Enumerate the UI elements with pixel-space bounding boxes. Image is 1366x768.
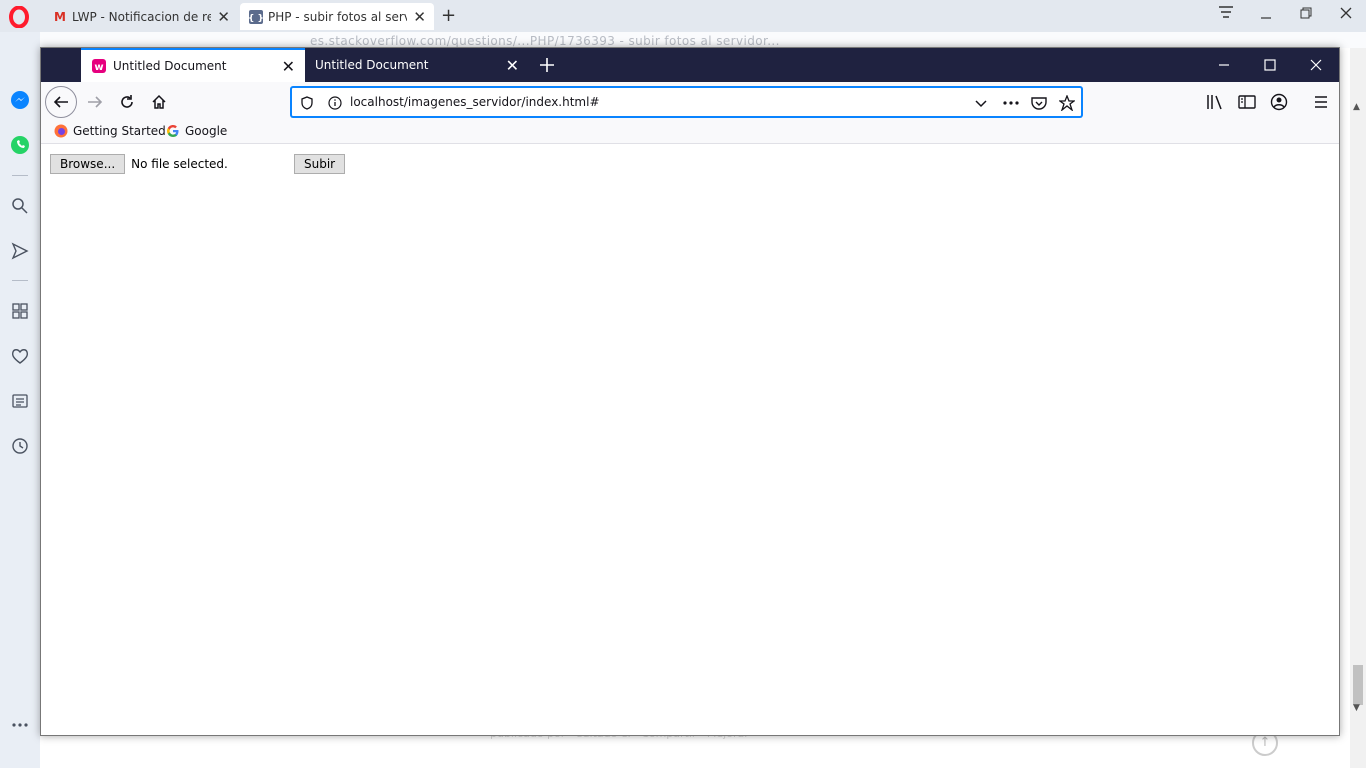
speed-dial-icon[interactable] [9, 300, 31, 322]
opera-restore-button[interactable] [1291, 5, 1321, 23]
opera-logo-icon[interactable] [8, 5, 30, 29]
whatsapp-icon[interactable] [9, 134, 31, 156]
sidebar-divider [12, 175, 28, 176]
opera-address-text: es.stackoverflow.com/questions/...PHP/17… [310, 34, 780, 48]
close-tab-icon[interactable]: ✕ [506, 56, 519, 75]
opera-sidebar [0, 32, 40, 768]
hamburger-menu-icon[interactable] [1311, 92, 1331, 112]
file-input[interactable]: Browse... No file selected. [50, 154, 228, 174]
opera-scrollbar[interactable]: ▲ ▼ [1350, 48, 1366, 768]
svg-text:{ }: { } [248, 14, 264, 24]
firefox-tab-inactive[interactable]: Untitled Document ✕ [305, 48, 529, 82]
close-icon[interactable]: ✕ [413, 8, 426, 26]
bookmark-star-icon[interactable] [1058, 94, 1076, 112]
opera-tab-bar: M LWP - Notificacion de respu ✕ { } PHP … [0, 0, 1366, 32]
opera-close-button[interactable] [1331, 5, 1361, 23]
bookmark-label: Google [185, 124, 228, 138]
forward-button[interactable] [79, 86, 111, 118]
reload-button[interactable] [111, 86, 143, 118]
search-icon[interactable] [9, 195, 31, 217]
heart-icon[interactable] [9, 345, 31, 367]
php-icon: { } [248, 9, 264, 25]
pocket-icon[interactable] [1030, 94, 1048, 112]
wamp-icon: w [91, 58, 107, 74]
close-tab-icon[interactable]: ✕ [282, 57, 295, 76]
home-button[interactable] [143, 86, 175, 118]
firefox-tab-title: Untitled Document [113, 59, 227, 73]
firefox-minimize-button[interactable] [1201, 48, 1247, 82]
more-dots-icon[interactable] [9, 714, 31, 736]
news-icon[interactable] [9, 390, 31, 412]
bookmark-getting-started[interactable]: Getting Started [54, 124, 166, 138]
scrollbar-thumb[interactable] [1353, 665, 1363, 705]
submit-button[interactable]: Subir [294, 154, 346, 174]
opera-minimize-button[interactable] [1251, 5, 1281, 23]
url-bar[interactable]: localhost/imagenes_servidor/index.html# [291, 87, 1082, 117]
opera-tab-title: LWP - Notificacion de respu [72, 9, 212, 24]
firefox-new-tab-button[interactable] [535, 52, 559, 78]
scroll-down-icon[interactable]: ▼ [1353, 703, 1360, 713]
firefox-titlebar: w Untitled Document ✕ Untitled Document … [41, 48, 1339, 82]
url-text[interactable]: localhost/imagenes_servidor/index.html# [350, 95, 600, 109]
firefox-close-button[interactable] [1293, 48, 1339, 82]
page-actions-icon[interactable] [1002, 94, 1020, 112]
firefox-tab-active[interactable]: w Untitled Document ✕ [81, 48, 305, 82]
opera-new-tab-button[interactable]: + [441, 5, 456, 26]
page-content: Browse... No file selected. Subir [41, 145, 1339, 735]
bookmark-label: Getting Started [73, 124, 166, 138]
bookmarks-toolbar: Getting Started Google [41, 122, 1339, 144]
close-icon[interactable]: ✕ [217, 8, 230, 26]
firefox-maximize-button[interactable] [1247, 48, 1293, 82]
gmail-icon: M [54, 9, 66, 24]
library-icon[interactable] [1205, 92, 1225, 112]
back-button[interactable] [45, 86, 77, 118]
firefox-icon [54, 124, 68, 138]
account-icon[interactable] [1269, 92, 1289, 112]
opera-tab-title: PHP - subir fotos al servidor [268, 9, 408, 24]
google-icon [166, 124, 180, 138]
sidebar-divider [12, 280, 28, 281]
svg-text:w: w [94, 62, 103, 73]
tracking-shield-icon[interactable] [298, 94, 316, 112]
opera-address-strip: es.stackoverflow.com/questions/...PHP/17… [40, 32, 1366, 48]
firefox-window: w Untitled Document ✕ Untitled Document … [40, 47, 1340, 736]
bookmark-google[interactable]: Google [166, 124, 227, 138]
site-info-icon[interactable] [326, 94, 344, 112]
scroll-up-icon[interactable]: ▲ [1353, 102, 1360, 112]
sidebar-toggle-icon[interactable] [1237, 92, 1257, 112]
send-icon[interactable] [9, 240, 31, 262]
opera-tab-php[interactable]: { } PHP - subir fotos al servidor ✕ [240, 3, 434, 30]
chevron-down-icon[interactable] [972, 94, 990, 112]
opera-tab-gmail[interactable]: M LWP - Notificacion de respu ✕ [44, 3, 238, 30]
file-status-text: No file selected. [131, 157, 228, 171]
messenger-icon[interactable] [9, 89, 31, 111]
firefox-tab-title: Untitled Document [315, 58, 429, 72]
firefox-nav-toolbar: localhost/imagenes_servidor/index.html# [41, 82, 1339, 122]
browse-button[interactable]: Browse... [50, 154, 126, 174]
opera-tab-menu-icon[interactable] [1211, 5, 1241, 23]
history-clock-icon[interactable] [9, 435, 31, 457]
